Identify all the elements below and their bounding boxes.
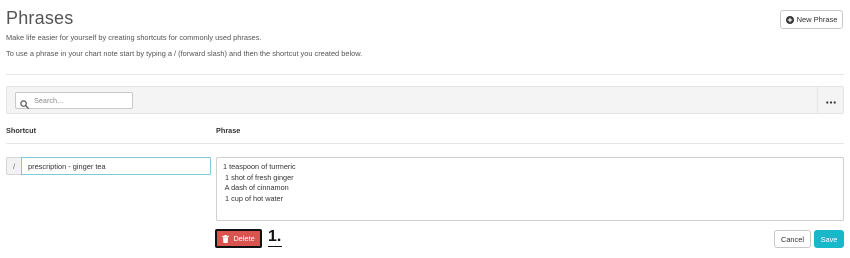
cancel-button[interactable]: Cancel [774,230,811,248]
intro-text: Make life easier for yourself by creatin… [6,33,262,42]
phrase-column-header: Phrase [216,126,241,135]
search-input[interactable] [34,96,129,105]
more-horizontal-icon [825,91,836,109]
slash-prefix: / [6,157,21,175]
column-header-divider [6,143,844,144]
delete-button[interactable]: Delete [215,229,262,248]
usage-instructions: To use a phrase in your chart note start… [6,49,363,58]
step-annotation: 1. [268,228,282,245]
step-annotation-underline [268,246,282,247]
phrase-textarea[interactable]: 1 teaspoon of turmeric 1 shot of fresh g… [216,157,844,221]
plus-circle-icon [785,15,794,24]
header-divider [6,74,844,75]
save-button[interactable]: Save [814,230,844,248]
search-box[interactable] [15,92,133,109]
delete-label: Delete [233,234,255,243]
page-title: Phrases [6,8,74,28]
more-options-button[interactable] [817,87,843,113]
phrases-toolbar [6,86,844,114]
shortcut-column-header: Shortcut [6,126,36,135]
shortcut-input[interactable] [21,157,211,175]
new-phrase-button[interactable]: New Phrase [780,10,843,29]
search-icon [20,96,29,109]
new-phrase-label: New Phrase [796,15,838,24]
trash-icon [222,234,230,243]
